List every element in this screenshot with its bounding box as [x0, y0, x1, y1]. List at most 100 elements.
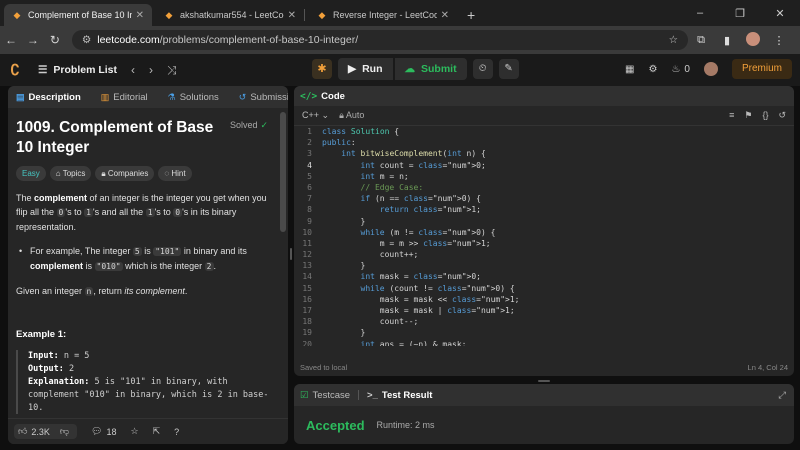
- help-icon[interactable]: ?: [174, 427, 179, 437]
- scrollbar[interactable]: [280, 112, 286, 232]
- example-heading: Example 1:: [16, 329, 67, 340]
- site-info-icon[interactable]: ⚙: [82, 34, 91, 46]
- code-line[interactable]: 10 while (m != class="num">0) {: [294, 227, 794, 238]
- close-window-icon[interactable]: ✕: [760, 7, 800, 20]
- tab-testcase-label: Testcase: [312, 389, 351, 401]
- code-line[interactable]: 4 int count = class="num">0;: [294, 160, 794, 171]
- notes-icon[interactable]: ✎: [498, 59, 519, 79]
- browser-tab-3[interactable]: ◆ Reverse Integer - LeetCode ✕: [309, 4, 457, 26]
- code-line[interactable]: 13 }: [294, 260, 794, 271]
- bookmark-star-icon[interactable]: ☆: [669, 34, 678, 46]
- tab-submissions-label: Submissions: [250, 91, 288, 103]
- format-icon[interactable]: ≡: [729, 110, 734, 121]
- forward-icon[interactable]: →: [22, 33, 44, 47]
- code-line[interactable]: 20 int ans = (~n) & mask;: [294, 339, 794, 346]
- code-line[interactable]: 7 if (n == class="num">0) {: [294, 193, 794, 204]
- close-icon[interactable]: ✕: [288, 10, 296, 21]
- code-editor[interactable]: 1 class Solution {2 public: 3 int bitwiseCo…: [294, 126, 794, 346]
- back-icon[interactable]: ←: [0, 33, 22, 47]
- language-select[interactable]: C++ ⌄: [302, 110, 329, 121]
- tab-submissions[interactable]: ↺ Submissions: [239, 92, 288, 103]
- submit-button[interactable]: ☁ Submit: [394, 58, 467, 80]
- run-button[interactable]: ▶ Run: [338, 58, 393, 80]
- code-line[interactable]: 9 }: [294, 216, 794, 227]
- hint-chip[interactable]: ◌ Hint: [158, 166, 192, 181]
- address-bar[interactable]: ⚙ leetcode.com /problems/complement-of-b…: [71, 30, 689, 50]
- description-tabs: ▤ Description ▥ Editorial ⚗ Solutions ↺ …: [8, 86, 288, 108]
- code-line[interactable]: 19 }: [294, 327, 794, 338]
- expand-icon[interactable]: ⤢: [778, 390, 786, 401]
- code-line[interactable]: 15 while (count != class="num">0) {: [294, 283, 794, 294]
- side-panel-icon[interactable]: ▮: [714, 34, 740, 47]
- bookmark-icon[interactable]: ⚑: [744, 110, 752, 121]
- result-body: Accepted Runtime: 2 ms: [294, 406, 794, 444]
- browser-tab-2[interactable]: ◆ akshatkumar554 - LeetCode Pr... ✕: [156, 4, 304, 26]
- shuffle-icon[interactable]: ⤨: [167, 63, 177, 78]
- code-line[interactable]: 18 count--;: [294, 316, 794, 327]
- chevron-down-icon: ⌄: [321, 110, 330, 120]
- menu-icon[interactable]: ⋮: [766, 34, 792, 47]
- panel-resize-handle[interactable]: [290, 248, 292, 260]
- code-line[interactable]: 3 int bitwiseComplement(int n) {: [294, 148, 794, 159]
- share-icon[interactable]: ⇱: [153, 426, 161, 437]
- code-line[interactable]: 1 class Solution {: [294, 126, 794, 137]
- close-icon[interactable]: ✕: [441, 10, 449, 21]
- reload-icon[interactable]: ↻: [44, 33, 66, 47]
- reset-icon[interactable]: ↺: [778, 110, 786, 121]
- new-tab-button[interactable]: +: [457, 4, 485, 26]
- example-output-label: Output:: [28, 364, 64, 374]
- code-icon: </>: [300, 90, 318, 102]
- line-number: 6: [307, 182, 312, 192]
- code-line[interactable]: 11 m = m >> class="num">1;: [294, 238, 794, 249]
- minimize-icon[interactable]: –: [680, 7, 720, 19]
- premium-button[interactable]: Premium: [731, 59, 792, 79]
- timer-icon[interactable]: ⏲: [472, 59, 493, 79]
- code-line[interactable]: 16 mask = mask << class="num">1;: [294, 294, 794, 305]
- prev-problem-icon[interactable]: ‹: [131, 63, 135, 77]
- topics-chip[interactable]: ⌂ Topics: [49, 166, 92, 181]
- tab-solutions[interactable]: ⚗ Solutions: [168, 92, 219, 103]
- companies-chip[interactable]: 🔒︎ Companies: [95, 166, 155, 181]
- code-line[interactable]: 14 int mask = class="num">0;: [294, 271, 794, 282]
- profile-avatar[interactable]: [740, 31, 766, 49]
- thumbs-down-icon[interactable]: 👎︎: [60, 426, 69, 437]
- tab-description[interactable]: ▤ Description: [16, 92, 81, 103]
- tab-editorial-label: Editorial: [113, 91, 148, 103]
- tab-testcase[interactable]: ☑ Testcase: [300, 390, 350, 401]
- streak-fire-icon[interactable]: ♨: [671, 64, 680, 75]
- comment-icon[interactable]: 💬︎: [91, 426, 102, 437]
- code-line[interactable]: 12 count++;: [294, 249, 794, 260]
- debug-icon[interactable]: ✱: [312, 59, 332, 79]
- close-icon[interactable]: ✕: [136, 10, 144, 21]
- code-line[interactable]: 17 mask = mask | class="num">1;: [294, 305, 794, 316]
- code-line[interactable]: 8 return class="num">1;: [294, 204, 794, 215]
- editor-toolbar: C++ ⌄ 🔒︎ Auto ≡ ⚑ {} ↺: [294, 106, 794, 126]
- code-line[interactable]: 5 int m = n;: [294, 171, 794, 182]
- code-text: count--;: [322, 317, 419, 327]
- auto-mode[interactable]: 🔒︎ Auto: [339, 110, 364, 121]
- vertical-resize-handle[interactable]: [538, 380, 550, 382]
- code-text: return class="num">1;: [379, 205, 481, 215]
- next-problem-icon[interactable]: ›: [149, 63, 153, 77]
- user-avatar[interactable]: [703, 62, 718, 76]
- settings-icon[interactable]: ⚙: [648, 64, 657, 75]
- like-button[interactable]: 👍︎ 2.3K 👎︎: [14, 424, 78, 439]
- extensions-icon[interactable]: ⧉: [688, 34, 714, 47]
- code-text: int m = n;: [360, 171, 409, 181]
- difficulty-chip[interactable]: Easy: [16, 166, 46, 181]
- leetcode-logo-icon[interactable]: ∁: [0, 61, 30, 79]
- code-line[interactable]: 6 // Edge Case:: [294, 182, 794, 193]
- code-line[interactable]: 2 public:: [294, 137, 794, 148]
- restore-icon[interactable]: ❐: [720, 7, 760, 20]
- tab-editorial[interactable]: ▥ Editorial: [101, 92, 148, 103]
- problem-list-button[interactable]: ☰ Problem List: [38, 64, 117, 76]
- url-path: /problems/complement-of-base-10-integer/: [159, 34, 359, 46]
- braces-icon[interactable]: {}: [762, 110, 768, 121]
- tab-test-result[interactable]: >_ Test Result: [367, 390, 432, 401]
- browser-tab-1[interactable]: ◆ Complement of Base 10 Integer ✕: [4, 4, 152, 26]
- leetcode-icon: ◆: [165, 10, 173, 20]
- document-icon: ▤: [16, 91, 25, 102]
- inline-code: 2: [204, 262, 214, 271]
- star-icon[interactable]: ☆: [131, 426, 139, 437]
- layout-grid-icon[interactable]: ▦: [625, 64, 634, 75]
